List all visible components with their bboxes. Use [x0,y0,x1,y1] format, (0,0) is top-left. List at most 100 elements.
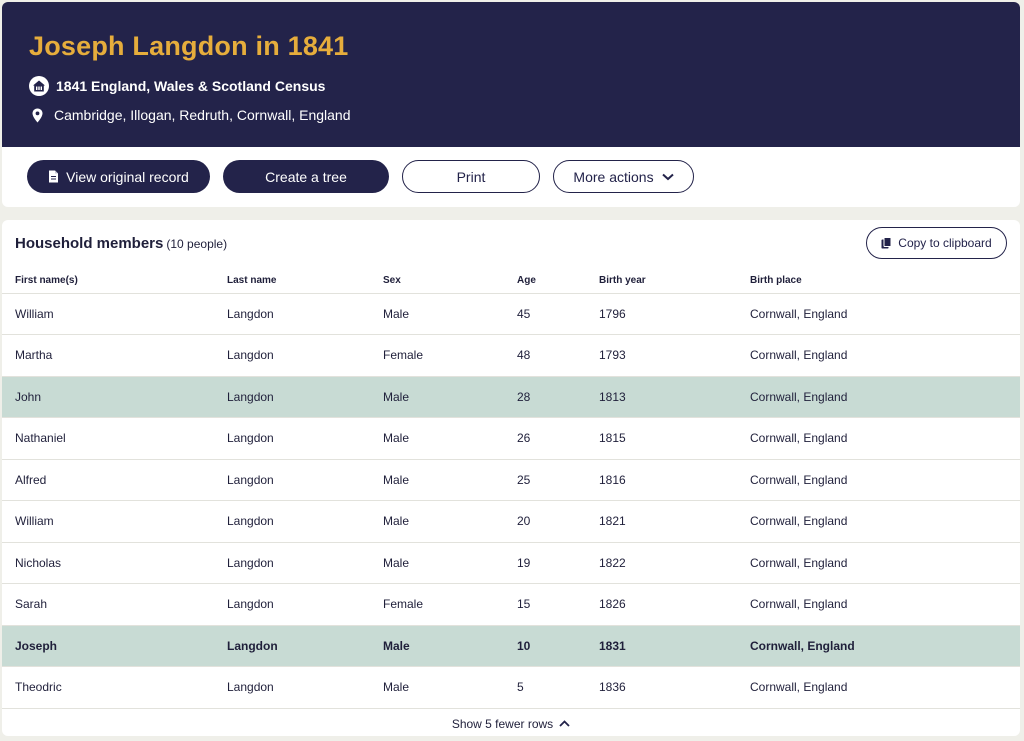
cell-age: 45 [517,293,599,335]
print-button[interactable]: Print [402,160,540,193]
create-tree-label: Create a tree [265,168,347,185]
household-heading: Household members [15,235,164,252]
column-header-sex: Sex [383,275,517,294]
cell-birth-year: 1831 [599,625,750,667]
cell-sex: Male [383,293,517,335]
cell-birth-place: Cornwall, England [750,666,1020,709]
cell-last-name: Langdon [227,376,383,418]
cell-sex: Male [383,417,517,460]
record-header-card: Joseph Langdon in 1841 1841 England, Wal… [2,2,1020,207]
household-members-card: Household members (10 people) Copy to cli… [2,220,1020,736]
cell-age: 48 [517,334,599,377]
collection-name[interactable]: 1841 England, Wales & Scotland Census [56,78,325,94]
view-original-record-label: View original record [66,168,189,185]
cell-last-name: Langdon [227,459,383,501]
cell-last-name: Langdon [227,583,383,626]
cell-first-name: Alfred [2,459,227,501]
cell-first-name: Theodric [2,666,227,709]
cell-age: 19 [517,542,599,584]
cell-birth-place: Cornwall, England [750,542,1020,584]
cell-last-name: Langdon [227,666,383,709]
cell-birth-place: Cornwall, England [750,500,1020,543]
cell-sex: Male [383,542,517,584]
chevron-up-icon [559,720,570,727]
cell-sex: Male [383,500,517,543]
column-header-first-name: First name(s) [2,275,227,294]
cell-last-name: Langdon [227,293,383,335]
household-table: First name(s) Last name Sex Age Birth ye… [2,275,1020,709]
cell-birth-place: Cornwall, England [750,293,1020,335]
cell-age: 10 [517,625,599,667]
cell-birth-year: 1796 [599,293,750,335]
print-label: Print [456,168,486,185]
page-title: Joseph Langdon in 1841 [29,31,349,61]
cell-sex: Male [383,666,517,709]
show-fewer-rows-label: Show 5 fewer rows [451,716,554,731]
cell-birth-year: 1836 [599,666,750,709]
copy-to-clipboard-button[interactable]: Copy to clipboard [866,227,1007,259]
household-header: Household members (10 people) Copy to cli… [2,220,1020,275]
table-row-selected[interactable]: Joseph Langdon Male 10 1831 Cornwall, En… [2,625,1020,667]
cell-last-name: Langdon [227,625,383,667]
record-header: Joseph Langdon in 1841 1841 England, Wal… [2,2,1020,147]
table-row[interactable]: William Langdon Male 20 1821 Cornwall, E… [2,500,1020,543]
cell-first-name: Nathaniel [2,417,227,460]
cell-birth-place: Cornwall, England [750,376,1020,418]
table-body: William Langdon Male 45 1796 Cornwall, E… [2,293,1020,709]
cell-birth-place: Cornwall, England [750,459,1020,501]
cell-first-name: William [2,293,227,335]
table-row[interactable]: John Langdon Male 28 1813 Cornwall, Engl… [2,376,1020,418]
location-text: Cambridge, Illogan, Redruth, Cornwall, E… [54,107,351,123]
cell-age: 15 [517,583,599,626]
document-icon [49,170,59,183]
table-row[interactable]: Theodric Langdon Male 5 1836 Cornwall, E… [2,666,1020,709]
column-header-birth-year: Birth year [599,275,750,294]
show-fewer-rows-toggle[interactable]: Show 5 fewer rows [2,709,1020,737]
cell-birth-year: 1822 [599,542,750,584]
cell-sex: Male [383,459,517,501]
column-header-age: Age [517,275,599,294]
cell-first-name: Sarah [2,583,227,626]
cell-birth-year: 1821 [599,500,750,543]
census-house-icon [29,76,49,96]
cell-last-name: Langdon [227,334,383,377]
cell-last-name: Langdon [227,417,383,460]
create-tree-button[interactable]: Create a tree [223,160,389,193]
household-title: Household members (10 people) [15,235,227,253]
table-row[interactable]: Nicholas Langdon Male 19 1822 Cornwall, … [2,542,1020,584]
cell-age: 28 [517,376,599,418]
cell-age: 26 [517,417,599,460]
cell-birth-place: Cornwall, England [750,417,1020,460]
copy-to-clipboard-label: Copy to clipboard [898,236,992,250]
cell-birth-place: Cornwall, England [750,334,1020,377]
cell-sex: Male [383,625,517,667]
column-header-last-name: Last name [227,275,383,294]
cell-sex: Male [383,376,517,418]
cell-age: 5 [517,666,599,709]
cell-birth-year: 1816 [599,459,750,501]
cell-first-name: Joseph [2,625,227,667]
table-header-row: First name(s) Last name Sex Age Birth ye… [2,275,1020,294]
cell-age: 25 [517,459,599,501]
cell-birth-place: Cornwall, England [750,583,1020,626]
chevron-down-icon [661,173,674,180]
action-bar: View original record Create a tree Print… [2,147,1020,193]
cell-birth-place: Cornwall, England [750,625,1020,667]
cell-last-name: Langdon [227,500,383,543]
table-row[interactable]: Sarah Langdon Female 15 1826 Cornwall, E… [2,583,1020,626]
more-actions-button[interactable]: More actions [553,160,694,193]
copy-icon [881,237,892,249]
collection-row: 1841 England, Wales & Scotland Census [29,76,1020,96]
table-row[interactable]: William Langdon Male 45 1796 Cornwall, E… [2,293,1020,335]
cell-age: 20 [517,500,599,543]
table-row[interactable]: Nathaniel Langdon Male 26 1815 Cornwall,… [2,417,1020,460]
table-row[interactable]: Martha Langdon Female 48 1793 Cornwall, … [2,334,1020,377]
cell-first-name: William [2,500,227,543]
view-original-record-button[interactable]: View original record [27,160,210,193]
column-header-birth-place: Birth place [750,275,1020,294]
cell-first-name: Martha [2,334,227,377]
cell-first-name: Nicholas [2,542,227,584]
location-pin-icon [32,105,46,125]
cell-sex: Female [383,334,517,377]
table-row[interactable]: Alfred Langdon Male 25 1816 Cornwall, En… [2,459,1020,501]
